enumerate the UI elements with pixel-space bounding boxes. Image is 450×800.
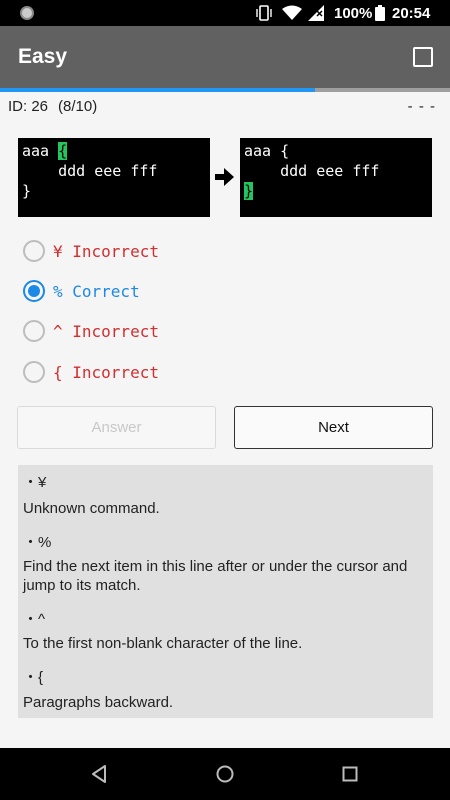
quiz-progress-fill <box>0 88 315 92</box>
radio-button[interactable] <box>23 361 45 383</box>
choice-label: % Correct <box>53 282 140 301</box>
choice-label: ^ Incorrect <box>53 322 159 341</box>
choice-option[interactable]: { Incorrect <box>22 358 322 388</box>
vibrate-icon <box>256 5 272 21</box>
code-line: ddd eee fff <box>244 162 380 180</box>
cursor-highlight: { <box>58 142 68 160</box>
question-counter: (8/10) <box>58 98 98 115</box>
choice-option[interactable]: ¥ Incorrect <box>22 237 322 267</box>
app-bar: Easy <box>0 26 450 88</box>
explanation-text: Find the next item in this line after or… <box>23 558 408 594</box>
signal-icon <box>308 5 324 21</box>
radio-button[interactable] <box>23 240 45 262</box>
code-after-panel: aaa { ddd eee fff } <box>240 138 432 217</box>
battery-percent: 100% <box>334 5 373 22</box>
explanation-key: ・{ <box>23 669 44 686</box>
clock: 20:54 <box>392 5 431 22</box>
explanation-panel: ・¥ Unknown command. ・% Find the next ite… <box>18 465 433 718</box>
checkbox-icon[interactable] <box>413 47 433 67</box>
notification-icon <box>20 6 34 20</box>
radio-button[interactable] <box>23 320 45 342</box>
battery-icon <box>375 5 385 21</box>
explanation-text: Unknown command. <box>23 500 160 517</box>
explanation-text: To the first non-blank character of the … <box>23 635 303 652</box>
status-bar: 100% 20:54 <box>0 0 450 26</box>
explanation-key: ・¥ <box>23 474 47 491</box>
explanation-key: ・^ <box>23 611 46 628</box>
question-id: ID: 26 <box>8 98 49 115</box>
choice-label: { Incorrect <box>53 363 159 382</box>
wifi-icon <box>282 5 302 20</box>
cursor-highlight: } <box>244 182 254 200</box>
status-icons <box>256 5 334 21</box>
next-button[interactable]: Next <box>234 406 433 449</box>
explanation-text: Paragraphs backward. <box>23 694 174 711</box>
code-line: aaa { <box>244 142 290 160</box>
question-status: - - - <box>407 98 436 115</box>
recents-icon[interactable] <box>340 764 360 784</box>
back-icon[interactable] <box>90 764 110 784</box>
code-line: ddd eee fff <box>22 162 158 180</box>
quiz-progress-bar <box>0 88 450 92</box>
code-line: aaa <box>22 142 59 160</box>
explanation-key: ・% <box>23 534 52 551</box>
choice-option[interactable]: % Correct <box>22 277 322 307</box>
page-title: Easy <box>18 45 68 68</box>
question-id-line: ID: 26 (8/10) <box>8 98 97 115</box>
system-nav-bar <box>0 748 450 800</box>
code-before-panel: aaa { ddd eee fff } <box>18 138 210 217</box>
code-line: } <box>22 182 32 200</box>
choice-option[interactable]: ^ Incorrect <box>22 317 322 347</box>
choice-label: ¥ Incorrect <box>53 242 159 261</box>
arrow-right-icon <box>215 168 234 186</box>
home-icon[interactable] <box>215 764 235 784</box>
radio-button[interactable] <box>23 280 45 302</box>
answer-button[interactable]: Answer <box>17 406 216 449</box>
